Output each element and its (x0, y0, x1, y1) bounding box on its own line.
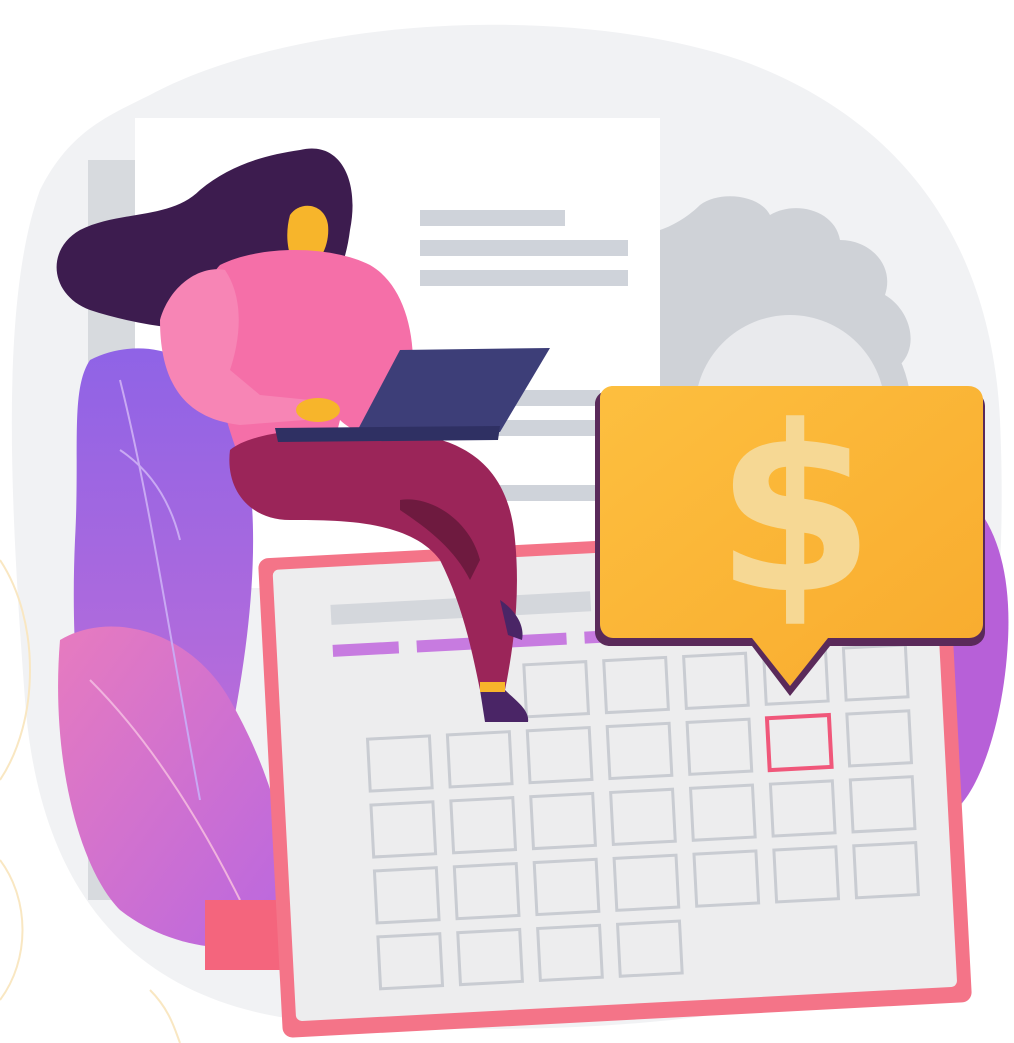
dollar-sign-icon: $ (715, 378, 875, 645)
finance-calendar-illustration: $ (0, 24, 1009, 1043)
